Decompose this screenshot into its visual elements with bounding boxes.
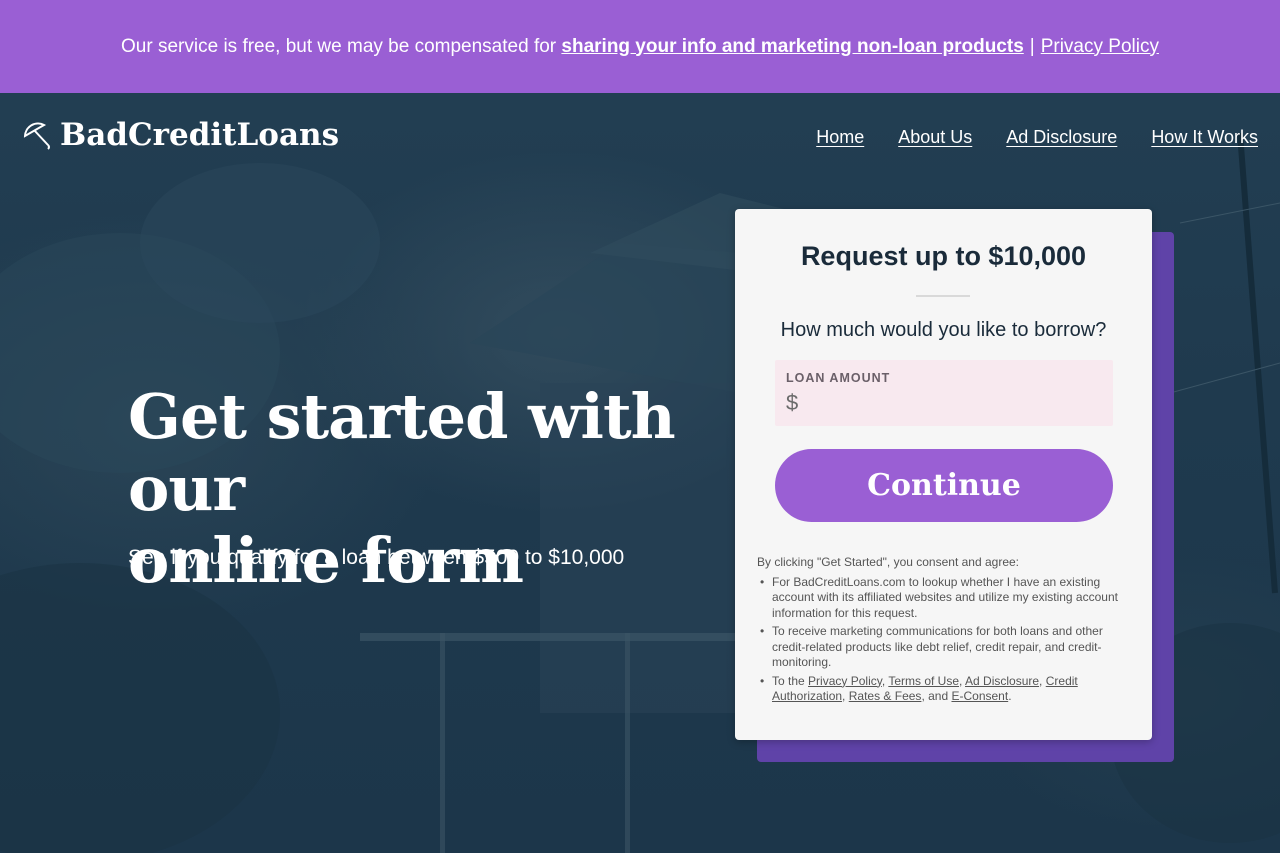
consent-privacy-policy-link[interactable]: Privacy Policy [808, 674, 882, 688]
loan-amount-label: LOAN AMOUNT [786, 371, 891, 385]
consent-disclosure: By clicking "Get Started", you consent a… [757, 555, 1135, 708]
consent-item-lookup: For BadCreditLoans.com to lookup whether… [757, 575, 1135, 622]
comma: , [842, 689, 846, 703]
form-question: How much would you like to borrow? [780, 319, 1107, 341]
comma: , [1039, 673, 1043, 688]
consent-terms-link[interactable]: Terms of Use [888, 674, 959, 688]
form-title: Request up to $10,000 [800, 241, 1087, 271]
disclosure-banner: Our service is free, but we may be compe… [0, 0, 1280, 93]
consent-list: For BadCreditLoans.com to lookup whether… [757, 575, 1135, 705]
site-logo[interactable]: BadCreditLoans [22, 117, 339, 153]
consent-item-policies: To the Privacy Policy, Terms of Use, Ad … [757, 674, 1135, 705]
consent-ad-disclosure-link[interactable]: Ad Disclosure [965, 674, 1039, 688]
banner-privacy-policy-link[interactable]: Privacy Policy [1041, 36, 1159, 58]
logo-text: BadCreditLoans [60, 117, 340, 153]
hero-headline-line1: Get started with our [128, 380, 676, 525]
consent-intro: By clicking "Get Started", you consent a… [757, 555, 1019, 569]
form-divider [916, 295, 970, 297]
consent-rates-fees-link[interactable]: Rates & Fees [849, 689, 922, 703]
banner-text: Our service is free, but we may be compe… [121, 35, 557, 57]
comma: , [881, 673, 886, 688]
umbrella-icon [23, 122, 50, 150]
consent-e-consent-link[interactable]: E-Consent [951, 689, 1008, 703]
banner-sharing-info-link[interactable]: sharing your info and marketing non-loan… [561, 36, 1023, 58]
loan-amount-field[interactable]: LOAN AMOUNT $ [775, 360, 1113, 426]
main-nav: Home About Us Ad Disclosure How It Works [816, 127, 1258, 148]
comma: , [959, 673, 963, 688]
banner-separator: | [1029, 35, 1035, 57]
hero-subhead: See if you qualify for a loan between $5… [128, 546, 625, 569]
consent-policies-prefix: To the [772, 673, 805, 688]
period: . [1008, 689, 1012, 703]
and-text: , and [921, 689, 949, 703]
hero-section: BadCreditLoans Home About Us Ad Disclosu… [0, 93, 1280, 853]
consent-item-marketing: To receive marketing communications for … [757, 624, 1135, 671]
nav-home[interactable]: Home [816, 127, 864, 148]
dollar-sign: $ [786, 390, 799, 415]
nav-about-us[interactable]: About Us [898, 127, 972, 148]
nav-how-it-works[interactable]: How It Works [1151, 127, 1258, 148]
nav-ad-disclosure[interactable]: Ad Disclosure [1006, 127, 1117, 148]
loan-request-form: Request up to $10,000 How much would you… [735, 209, 1152, 740]
loan-amount-input[interactable] [805, 390, 1095, 418]
continue-button[interactable]: Continue [775, 449, 1113, 522]
